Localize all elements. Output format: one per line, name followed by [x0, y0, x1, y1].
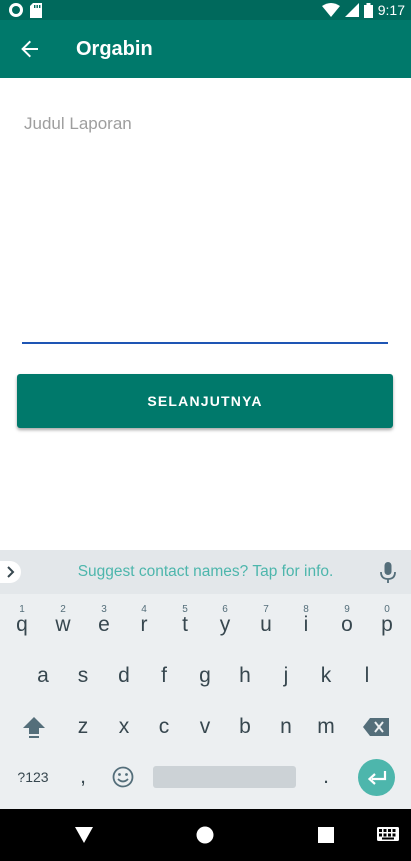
- key-i[interactable]: 8i: [286, 600, 326, 650]
- key-m[interactable]: m: [306, 702, 346, 752]
- sd-card-icon: [30, 2, 42, 18]
- emoji-key[interactable]: [103, 752, 143, 802]
- key-v[interactable]: v: [185, 702, 225, 752]
- key-q[interactable]: 1q: [2, 600, 42, 650]
- key-r[interactable]: 4r: [124, 600, 164, 650]
- key-d[interactable]: d: [104, 651, 144, 701]
- key-t[interactable]: 5t: [165, 600, 205, 650]
- status-time: 9:17: [377, 2, 405, 18]
- status-bar: 9:17: [0, 0, 411, 20]
- keyboard-switch-button[interactable]: [376, 823, 400, 847]
- back-triangle-icon: [75, 827, 93, 843]
- circle-notification-icon: [9, 3, 23, 17]
- key-n[interactable]: n: [266, 702, 306, 752]
- nav-back-button[interactable]: [72, 823, 96, 847]
- key-k[interactable]: k: [306, 651, 346, 701]
- soft-keyboard: Suggest contact names? Tap for info. 1q …: [0, 550, 411, 809]
- cell-signal-icon: [344, 3, 359, 17]
- suggestion-text[interactable]: Suggest contact names? Tap for info.: [0, 563, 411, 581]
- battery-icon: [363, 2, 373, 18]
- comma-key[interactable]: ,: [63, 752, 103, 802]
- mic-button[interactable]: [379, 562, 397, 584]
- key-x[interactable]: x: [104, 702, 144, 752]
- key-row-2: a s d f g h j k l: [0, 651, 411, 701]
- key-y[interactable]: 6y: [205, 600, 245, 650]
- key-l[interactable]: l: [347, 651, 387, 701]
- wifi-icon: [321, 3, 340, 17]
- back-button[interactable]: [2, 20, 58, 78]
- key-j[interactable]: j: [266, 651, 306, 701]
- key-g[interactable]: g: [185, 651, 225, 701]
- emoji-smiley-icon: [112, 766, 134, 788]
- report-title-input[interactable]: [22, 106, 388, 344]
- key-o[interactable]: 9o: [327, 600, 367, 650]
- key-a[interactable]: a: [23, 651, 63, 701]
- recents-square-icon: [318, 827, 334, 843]
- symbols-key[interactable]: ?123: [10, 752, 56, 802]
- home-circle-icon: [196, 826, 214, 844]
- space-key[interactable]: [153, 766, 296, 788]
- key-f[interactable]: f: [144, 651, 184, 701]
- app-bar: Orgabin: [0, 20, 411, 78]
- key-u[interactable]: 7u: [246, 600, 286, 650]
- page-title: Orgabin: [76, 37, 153, 60]
- key-e[interactable]: 3e: [84, 600, 124, 650]
- period-key[interactable]: .: [306, 752, 346, 802]
- key-c[interactable]: c: [144, 702, 184, 752]
- key-p[interactable]: 0p: [367, 600, 407, 650]
- keyboard-switch-icon: [377, 827, 399, 841]
- key-s[interactable]: s: [63, 651, 103, 701]
- key-row-3: z x c v b n m: [0, 702, 411, 752]
- backspace-key[interactable]: [356, 702, 396, 752]
- next-button[interactable]: SELANJUTNYA: [17, 374, 393, 428]
- shift-arrow-icon: [23, 717, 45, 738]
- enter-return-icon: [367, 770, 386, 785]
- enter-key[interactable]: [358, 759, 395, 796]
- nav-recents-button[interactable]: [314, 823, 338, 847]
- report-form: SELANJUTNYA: [0, 78, 411, 550]
- key-b[interactable]: b: [225, 702, 265, 752]
- key-z[interactable]: z: [63, 702, 103, 752]
- key-h[interactable]: h: [225, 651, 265, 701]
- microphone-icon: [380, 562, 396, 583]
- system-nav-bar: [0, 809, 411, 861]
- key-w[interactable]: 2w: [43, 600, 83, 650]
- backspace-icon: [363, 718, 389, 736]
- nav-home-button[interactable]: [193, 823, 217, 847]
- arrow-back-icon: [21, 40, 38, 58]
- key-row-1: 1q 2w 3e 4r 5t 6y 7u 8i 9o 0p: [0, 600, 411, 650]
- suggestion-bar: Suggest contact names? Tap for info.: [0, 550, 411, 594]
- shift-key[interactable]: [14, 702, 54, 752]
